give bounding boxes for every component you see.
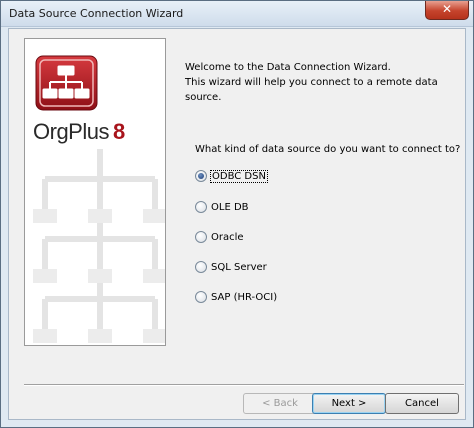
welcome-text: Welcome to the Data Connection Wizard. T… (185, 60, 473, 105)
radio-odbc-dsn[interactable]: ODBC DSN (195, 168, 268, 184)
radio-label-odbc-dsn[interactable]: ODBC DSN (210, 169, 268, 183)
radio-ole-db[interactable]: OLE DB (195, 199, 250, 215)
radio-button-odbc-dsn[interactable] (195, 170, 207, 182)
window-title: Data Source Connection Wizard (9, 7, 184, 20)
welcome-line: Welcome to the Data Connection Wizard. (185, 62, 391, 73)
radio-button-sap-hr-oci[interactable] (195, 291, 207, 303)
radio-label-sap-hr-oci[interactable]: SAP (HR-OCI) (210, 292, 278, 303)
radio-label-ole-db[interactable]: OLE DB (210, 202, 250, 213)
radio-label-sql-server[interactable]: SQL Server (210, 262, 268, 273)
close-button[interactable]: ✕ (425, 1, 469, 20)
radio-button-sql-server[interactable] (195, 261, 207, 273)
data-source-question: What kind of data source do you want to … (195, 144, 461, 155)
close-icon: ✕ (441, 2, 453, 16)
radio-sql-server[interactable]: SQL Server (195, 259, 268, 275)
radio-oracle[interactable]: Oracle (195, 229, 245, 245)
button-separator (24, 384, 464, 386)
brand-logo-text: OrgPlus 8 (33, 119, 125, 145)
back-button[interactable]: < Back (243, 393, 317, 414)
welcome-description: This wizard will help you connect to a r… (185, 77, 438, 103)
brand-version: 8 (112, 119, 125, 144)
radio-label-oracle[interactable]: Oracle (210, 232, 245, 243)
next-button[interactable]: Next > (312, 393, 386, 414)
radio-sap-hr-oci[interactable]: SAP (HR-OCI) (195, 289, 278, 305)
brand-name: OrgPlus (33, 119, 109, 144)
title-bar[interactable]: Data Source Connection Wizard ✕ (1, 1, 473, 27)
radio-button-oracle[interactable] (195, 231, 207, 243)
radio-button-ole-db[interactable] (195, 201, 207, 213)
side-panel: OrgPlus 8 (24, 38, 166, 346)
org-chart-icon (35, 55, 98, 111)
cancel-button[interactable]: Cancel (385, 393, 459, 414)
wizard-window: Data Source Connection Wizard ✕ OrgPlus … (0, 0, 474, 428)
